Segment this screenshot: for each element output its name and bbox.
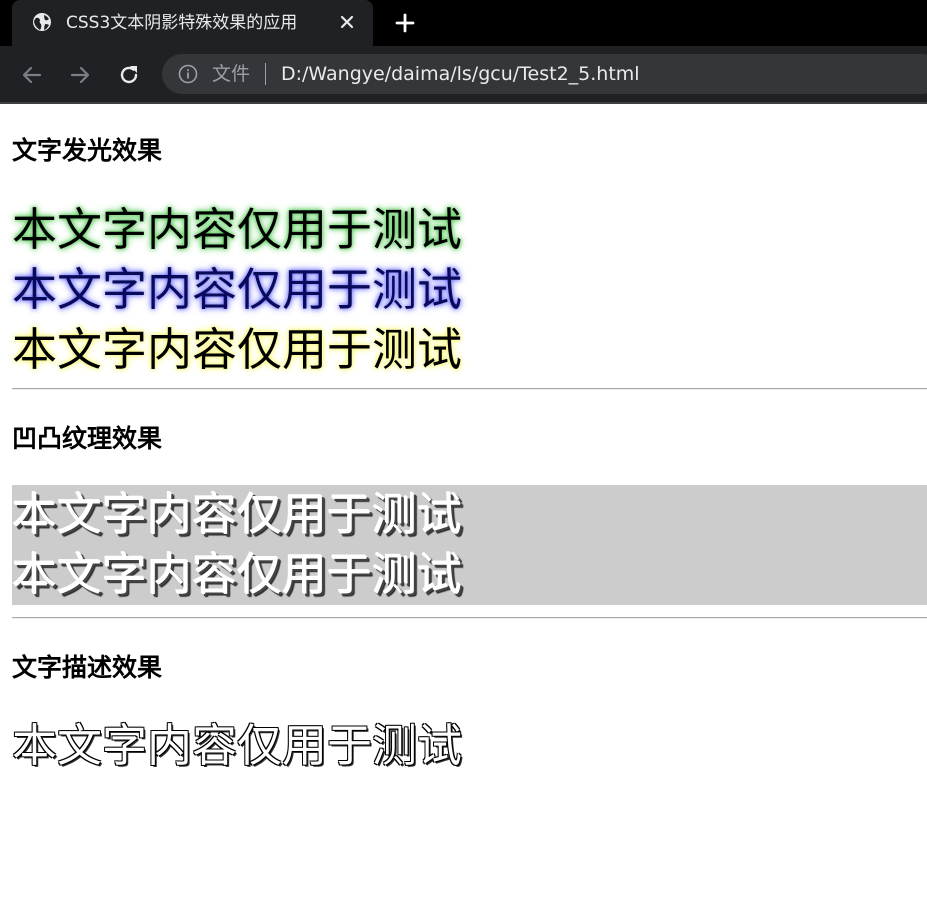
browser-tab[interactable]: CSS3文本阴影特殊效果的应用 <box>12 0 373 46</box>
divider <box>12 388 927 390</box>
emboss-text-1: 本文字内容仅用于测试 <box>12 488 463 541</box>
back-icon[interactable] <box>20 63 44 87</box>
info-icon[interactable] <box>178 64 198 84</box>
outline-text: 本文字内容仅用于测试 <box>12 719 463 772</box>
glow-heading: 文字发光效果 <box>12 136 163 165</box>
glow-text-green: 本文字内容仅用于测试 <box>12 203 463 256</box>
globe-icon <box>33 13 51 31</box>
emboss-heading: 凹凸纹理效果 <box>12 424 163 453</box>
emboss-text-2: 本文字内容仅用于测试 <box>12 548 463 601</box>
browser-toolbar: 文件 D:/Wangye/daima/ls/gcu/Test2_5.html <box>0 46 927 104</box>
forward-icon[interactable] <box>68 63 92 87</box>
page-content: 文字发光效果 本文字内容仅用于测试 本文字内容仅用于测试 本文字内容仅用于测试 … <box>12 104 927 919</box>
address-bar[interactable]: 文件 D:/Wangye/daima/ls/gcu/Test2_5.html <box>162 54 927 94</box>
glow-text-blue: 本文字内容仅用于测试 <box>12 263 463 316</box>
reload-icon[interactable] <box>117 63 141 87</box>
emboss-block: 本文字内容仅用于测试 本文字内容仅用于测试 <box>12 485 927 605</box>
scheme-label: 文件 <box>212 63 251 85</box>
glow-text-yellow: 本文字内容仅用于测试 <box>12 323 463 376</box>
tab-title: CSS3文本阴影特殊效果的应用 <box>66 13 298 33</box>
divider <box>12 617 927 619</box>
plus-icon[interactable] <box>394 12 416 34</box>
outline-heading: 文字描述效果 <box>12 653 163 682</box>
tab-strip: CSS3文本阴影特殊效果的应用 <box>0 0 927 46</box>
close-icon[interactable] <box>338 13 356 31</box>
url-separator <box>265 63 266 85</box>
url-text[interactable]: D:/Wangye/daima/ls/gcu/Test2_5.html <box>281 63 640 85</box>
